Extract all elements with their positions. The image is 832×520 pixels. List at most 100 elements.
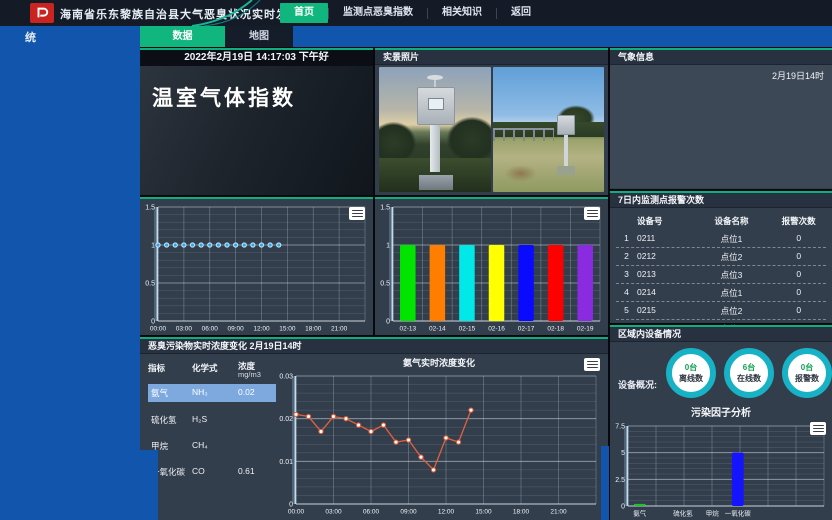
blue-background-notch xyxy=(140,450,158,520)
photo-ground-patch xyxy=(504,165,537,183)
table-row[interactable]: 30213点位30 xyxy=(616,266,826,284)
svg-text:1.5: 1.5 xyxy=(380,205,390,212)
ammonia-chart-title: 氨气实时浓度变化 xyxy=(276,356,602,370)
alarm-col-device-id: 设备号 xyxy=(637,215,692,227)
ammonia-chart-wrap: 氨气实时浓度变化 00.010.020.0300:0003:0006:0009:… xyxy=(276,356,602,518)
panel-weather-info: 气象信息 2月19日14时 xyxy=(610,48,832,189)
svg-text:02-15: 02-15 xyxy=(459,326,476,333)
odor-col-indicator: 指标 xyxy=(148,362,192,380)
chart-menu-icon[interactable] xyxy=(349,207,365,220)
monitor-device-cabinet xyxy=(557,115,575,135)
pollution-factor-chart: 02.557.5氨气硫化氢甲烷一氧化碳 xyxy=(612,420,830,518)
factor-chart-title: 污染因子分析 xyxy=(610,404,832,419)
svg-text:06:00: 06:00 xyxy=(363,509,380,516)
devices-body: 设备概况: 0台离线数6台在线数0台报警数 污染因子分析 02.557.5氨气硫… xyxy=(610,342,832,520)
alarm-table: 设备号 设备名称 报警次数 10211点位1020212点位2030213点位3… xyxy=(610,208,832,338)
ammonia-line-chart: 00.010.020.0300:0003:0006:0009:0012:0015… xyxy=(276,370,602,516)
svg-text:03:00: 03:00 xyxy=(325,509,342,516)
svg-text:21:00: 21:00 xyxy=(550,509,567,516)
alarm-table-rows: 10211点位1020212点位2030213点位3040214点位105021… xyxy=(616,230,826,338)
odor-body: 指标 化学式 浓度 mg/m3 氨气NH₃0.02 硫化氢H₂S 甲烷CH₄ 一氧化碳… xyxy=(140,354,608,520)
odor-table-row[interactable]: 氨气NH₃0.02 xyxy=(148,384,276,402)
weather-body: 2月19日14时 xyxy=(610,65,832,188)
table-row[interactable]: 10211点位10 xyxy=(616,230,826,248)
odor-table-row[interactable]: 硫化氢H₂S xyxy=(148,412,276,428)
tab-data[interactable]: 数据 xyxy=(140,26,225,47)
left-sidebar xyxy=(0,26,140,520)
svg-text:0.01: 0.01 xyxy=(279,459,293,466)
devices-panel-title: 区域内设备情况 xyxy=(610,327,832,342)
top-navbar: 海南省乐东黎族自治县大气恶臭状况实时发布系 首页 监测点恶臭指数 相关知识 返回 xyxy=(0,0,832,26)
panel-area-devices: 区域内设备情况 设备概况: 0台离线数6台在线数0台报警数 污染因子分析 02.… xyxy=(610,325,832,520)
weather-panel-title: 气象信息 xyxy=(610,50,832,65)
tab-bar: 统 数据 地图 xyxy=(0,26,832,47)
chart-menu-icon[interactable] xyxy=(584,358,600,371)
panel-daily-index-chart: 00.511.502-1302-1402-1502-1602-1702-1802… xyxy=(375,197,608,335)
nav-knowledge[interactable]: 相关知识 xyxy=(428,3,496,23)
blue-background-notch xyxy=(601,446,609,520)
brand-logo-icon xyxy=(30,3,54,23)
app-title-wrap: 统 xyxy=(25,29,36,45)
greenhouse-body: 温室气体指数 xyxy=(140,66,373,195)
dashboard-screen: 海南省乐东黎族自治县大气恶臭状况实时发布系 首页 监测点恶臭指数 相关知识 返回… xyxy=(0,0,832,520)
svg-text:15:00: 15:00 xyxy=(475,509,492,516)
svg-text:09:00: 09:00 xyxy=(400,509,417,516)
panel-alarm-counts: 7日内监测点报警次数 设备号 设备名称 报警次数 10211点位1020212点… xyxy=(610,191,832,323)
svg-text:硫化氢: 硫化氢 xyxy=(673,509,693,518)
svg-text:02-17: 02-17 xyxy=(518,326,535,333)
alarm-col-device-name: 设备名称 xyxy=(692,215,772,227)
monitor-device-cabinet xyxy=(417,87,455,125)
site-photo-1[interactable] xyxy=(379,67,491,192)
svg-text:06:00: 06:00 xyxy=(202,326,219,333)
panel-live-photos: 实景照片 xyxy=(375,48,608,195)
svg-text:0.5: 0.5 xyxy=(145,281,155,288)
alarm-panel-title: 7日内监测点报警次数 xyxy=(610,193,832,208)
photos-panel-title: 实景照片 xyxy=(375,50,608,65)
svg-text:03:00: 03:00 xyxy=(176,326,193,333)
device-overview-label: 设备概况: xyxy=(618,378,657,391)
nav-home[interactable]: 首页 xyxy=(280,3,328,23)
svg-text:0.03: 0.03 xyxy=(279,374,293,381)
greenhouse-title: 温室气体指数 xyxy=(152,82,373,112)
svg-text:7.5: 7.5 xyxy=(615,424,625,431)
nav-back[interactable]: 返回 xyxy=(497,3,545,23)
svg-text:18:00: 18:00 xyxy=(305,326,322,333)
table-row[interactable]: 40214点位10 xyxy=(616,284,826,302)
photo-fence xyxy=(493,128,554,141)
svg-text:02-18: 02-18 xyxy=(547,326,564,333)
svg-text:0.5: 0.5 xyxy=(380,281,390,288)
header-swoosh-decoration xyxy=(190,0,280,26)
chart-menu-icon[interactable] xyxy=(584,207,600,220)
monitor-device-base xyxy=(419,175,452,190)
panel-odor-realtime: 恶臭污染物实时浓度变化 2月19日14时 指标 化学式 浓度 mg/m3 氨气N… xyxy=(140,337,608,520)
monitor-device-pole xyxy=(430,125,440,173)
odor-table-row[interactable]: 甲烷CH₄ xyxy=(148,438,276,454)
hourly-index-chart: 00.511.500:0003:0006:0009:0012:0015:0018… xyxy=(142,201,371,333)
svg-text:02-19: 02-19 xyxy=(577,326,594,333)
alarm-col-count: 报警次数 xyxy=(771,215,826,227)
svg-text:02-14: 02-14 xyxy=(429,326,446,333)
svg-text:21:00: 21:00 xyxy=(331,326,348,333)
odor-pollutant-table: 指标 化学式 浓度 mg/m3 氨气NH₃0.02 硫化氢H₂S 甲烷CH₄ 一氧化碳… xyxy=(148,362,276,480)
monitor-device-disc xyxy=(427,75,443,80)
site-photo-2[interactable] xyxy=(493,67,605,192)
datetime-bar: 2022年2月19日 14:17:03 下午好 xyxy=(140,50,373,66)
odor-table-header: 指标 化学式 浓度 mg/m3 xyxy=(148,362,276,380)
table-row[interactable]: 50215点位20 xyxy=(616,302,826,320)
odor-col-concentration: 浓度 mg/m3 xyxy=(238,362,276,380)
svg-text:09:00: 09:00 xyxy=(227,326,244,333)
svg-text:00:00: 00:00 xyxy=(288,509,305,516)
photos-body xyxy=(375,65,608,194)
svg-text:一氧化碳: 一氧化碳 xyxy=(725,509,752,518)
odor-unit: mg/m3 xyxy=(238,371,276,379)
tab-map[interactable]: 地图 xyxy=(225,26,293,47)
monitor-device-screen xyxy=(428,98,444,110)
odor-table-row[interactable]: 一氧化碳CO0.61 xyxy=(148,464,276,480)
device-count-gauge: 0台报警数 xyxy=(782,348,832,398)
nav-odor-index[interactable]: 监测点恶臭指数 xyxy=(329,3,427,23)
chart-menu-icon[interactable] xyxy=(810,422,826,435)
table-row[interactable]: 20212点位20 xyxy=(616,248,826,266)
device-count-gauge: 0台离线数 xyxy=(666,348,716,398)
tab-bar-left: 统 xyxy=(0,26,140,47)
device-gauges: 0台离线数6台在线数0台报警数 xyxy=(666,348,832,398)
